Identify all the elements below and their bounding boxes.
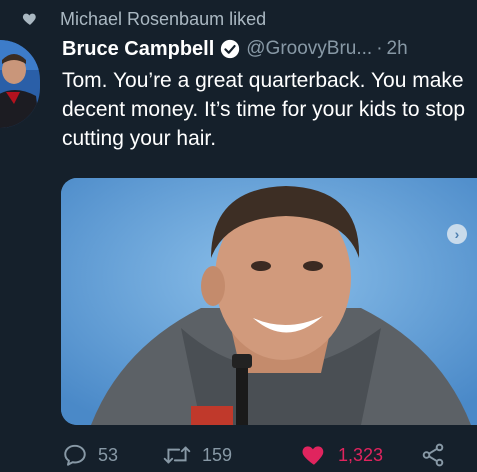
reply-icon [64, 444, 86, 466]
photo [61, 178, 477, 425]
reply-count: 53 [98, 444, 119, 465]
timestamp[interactable]: 2h [387, 38, 408, 60]
like-button[interactable]: 1,323 [300, 440, 383, 470]
tweet-header: Bruce Campbell @GroovyBru... · 2h [62, 34, 408, 64]
heart-icon [22, 13, 36, 25]
like-icon [302, 446, 324, 465]
share-icon [422, 443, 444, 467]
next-arrow-icon[interactable]: › [447, 224, 467, 244]
tweet-text: Tom. You’re a great quarterback. You mak… [62, 69, 466, 150]
share-button[interactable] [420, 440, 446, 470]
reply-button[interactable]: 53 [62, 440, 118, 470]
display-name[interactable]: Bruce Campbell [62, 38, 214, 61]
like-count: 1,323 [338, 444, 384, 465]
social-context: Michael Rosenbaum liked [22, 6, 266, 32]
action-bar: 53 159 1,323 [62, 440, 472, 470]
separator: · [376, 38, 383, 59]
liked-by-text: Michael Rosenbaum liked [60, 8, 267, 29]
verified-badge-icon [221, 39, 240, 59]
retweet-button[interactable]: 159 [162, 440, 232, 470]
retweet-count: 159 [202, 444, 233, 465]
user-handle[interactable]: @GroovyBru... [246, 38, 372, 60]
avatar[interactable] [0, 40, 40, 128]
retweet-icon [163, 446, 191, 464]
tweet-media-image[interactable] [61, 178, 477, 425]
